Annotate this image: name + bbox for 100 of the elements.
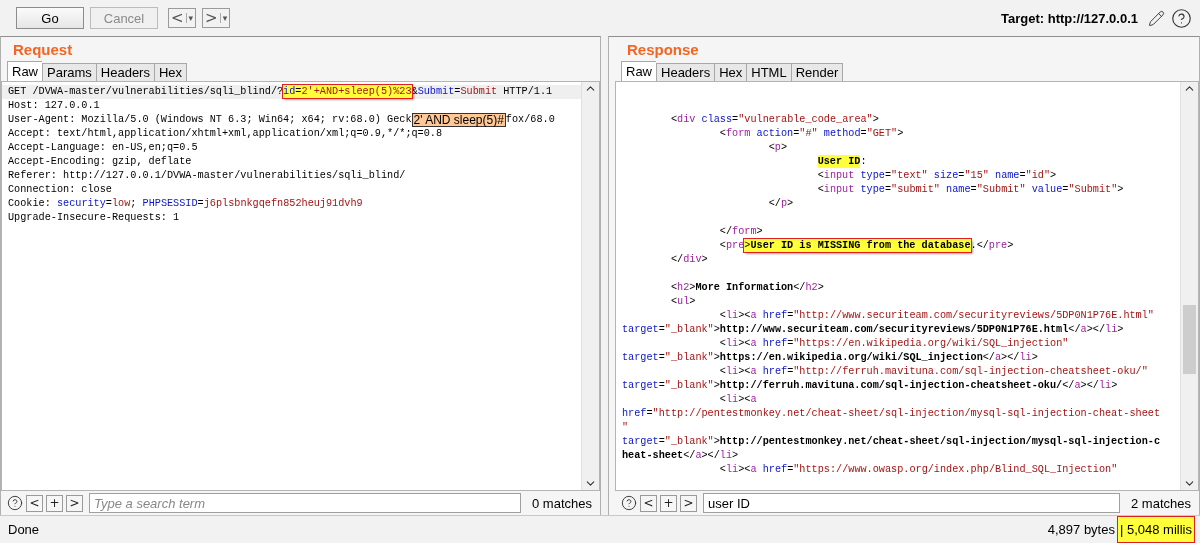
- code-text: =: [860, 128, 867, 139]
- code-text: j6plsbnkgqefn852heuj91dvh9: [203, 198, 363, 209]
- code-text: "https://www.owasp.org/index.php/Blind_SQL_Injection": [793, 464, 1118, 475]
- code-text: =: [197, 198, 204, 209]
- pencil-icon[interactable]: [1148, 9, 1165, 27]
- search-nav-button[interactable]: >: [66, 494, 83, 512]
- tab[interactable]: Headers: [656, 63, 715, 81]
- help-icon[interactable]: [621, 495, 637, 511]
- tab[interactable]: Raw: [7, 61, 42, 81]
- code-text: <: [718, 394, 726, 405]
- code-text: Referer: http://127.0.0.1/DVWA-master/vulnerabilities/sqli_blind/: [8, 170, 406, 181]
- code-text: =: [884, 184, 892, 195]
- tab[interactable]: Params: [42, 63, 96, 81]
- back-button[interactable]: < ▾: [168, 8, 197, 28]
- code-text: =: [658, 436, 665, 447]
- code-text: >: [713, 380, 720, 391]
- code-text: "submit": [891, 184, 941, 195]
- code-text: name: [946, 184, 971, 195]
- scrollbar[interactable]: [1180, 82, 1198, 490]
- panel-title: Response: [626, 40, 700, 60]
- scrollbar-thumb[interactable]: [1183, 305, 1196, 374]
- code-text: >: [713, 324, 720, 335]
- search-nav-button[interactable]: +: [660, 494, 677, 512]
- tab[interactable]: Raw: [621, 61, 656, 81]
- tab[interactable]: Render: [790, 63, 844, 81]
- code-text: "https://en.wikipedia.org/wiki/SQL_injection": [793, 338, 1069, 349]
- highlight: User ID: [817, 155, 861, 168]
- code-text: method: [823, 128, 861, 139]
- code-text: li: [725, 366, 739, 377]
- help-icon[interactable]: [1171, 7, 1192, 29]
- tooltip: 2' AND sleep(5)#: [411, 113, 506, 127]
- code-text: li: [725, 464, 739, 475]
- code-text: div: [683, 254, 702, 265]
- code-text: href: [762, 310, 788, 321]
- code-text: type: [860, 184, 885, 195]
- code-text: >: [817, 282, 824, 293]
- code-text: pre: [988, 240, 1008, 251]
- code-text: div: [677, 114, 697, 125]
- code-text: =: [658, 380, 665, 391]
- code-text: form: [732, 226, 757, 237]
- code-text: Cookie:: [8, 198, 52, 209]
- code-text: More Information: [695, 282, 794, 293]
- tab[interactable]: Hex: [714, 63, 747, 81]
- code-text: li: [725, 338, 739, 349]
- code-text: size: [933, 170, 959, 181]
- code-text: =: [658, 324, 665, 335]
- code-text: =: [646, 408, 653, 419]
- code-text: >: [1050, 170, 1057, 181]
- tab[interactable]: Hex: [153, 63, 188, 81]
- code-text: h2: [805, 282, 818, 293]
- code-text: a: [750, 464, 758, 475]
- code-text: href: [762, 464, 788, 475]
- code-text: h2: [677, 282, 690, 293]
- code-text: =: [732, 114, 739, 125]
- code-text: PHPSESSID: [142, 198, 198, 209]
- code-text: "text": [891, 170, 929, 181]
- code-text: =: [454, 86, 461, 97]
- code-text: href: [762, 366, 788, 377]
- code-text: ><: [738, 366, 751, 377]
- code-text: <: [669, 282, 678, 293]
- code-text: >: [689, 296, 696, 307]
- search-nav-button[interactable]: >: [680, 494, 697, 512]
- response-time: | 5,048 millis: [1117, 517, 1194, 542]
- code-text: href: [622, 408, 647, 419]
- go-button[interactable]: Go: [16, 7, 84, 29]
- code-text: </: [793, 282, 806, 293]
- code-text: a: [695, 450, 702, 461]
- code-text: </: [1068, 324, 1081, 335]
- code-text: <: [718, 310, 726, 321]
- code-text: ></: [701, 450, 720, 461]
- code-text: >: [897, 128, 904, 139]
- tab[interactable]: HTML: [746, 63, 791, 81]
- code-text: ><: [738, 310, 751, 321]
- target-label: Target: http://127.0.0.1: [1001, 10, 1138, 26]
- code-text: ></: [1001, 352, 1020, 363]
- code-text: </: [683, 450, 696, 461]
- search-field[interactable]: Type a search term: [89, 493, 521, 513]
- code-text: <: [669, 296, 678, 307]
- code-text: .</: [970, 240, 989, 251]
- code-text: "#": [799, 128, 819, 139]
- search-nav-button[interactable]: <: [26, 494, 43, 512]
- tab[interactable]: Headers: [95, 63, 154, 81]
- code-text: ></: [1080, 380, 1099, 391]
- code-text: action: [756, 128, 794, 139]
- code-text: >: [1031, 352, 1038, 363]
- forward-button[interactable]: > ▾: [202, 8, 231, 28]
- code-text: "http://www.securiteam.com/securityreviews/5DP0N1P76E.html": [793, 310, 1154, 321]
- search-nav-button[interactable]: +: [46, 494, 63, 512]
- code-text: https://en.wikipedia.org/wiki/SQL_injection: [719, 352, 983, 363]
- code-text: >: [1117, 324, 1124, 335]
- code-text: >: [1111, 380, 1118, 391]
- code-text: type: [860, 170, 885, 181]
- code-text: Submit: [417, 86, 455, 97]
- code-text: http://pentestmonkey.net/cheat-sheet/sql-injection/mysql-sql-injection-c: [719, 436, 1161, 447]
- scrollbar[interactable]: [581, 82, 599, 490]
- code-text: href: [762, 338, 788, 349]
- help-icon[interactable]: [7, 495, 23, 511]
- search-nav-button[interactable]: <: [640, 494, 657, 512]
- code-text: =: [958, 170, 965, 181]
- search-field[interactable]: user ID: [703, 493, 1120, 513]
